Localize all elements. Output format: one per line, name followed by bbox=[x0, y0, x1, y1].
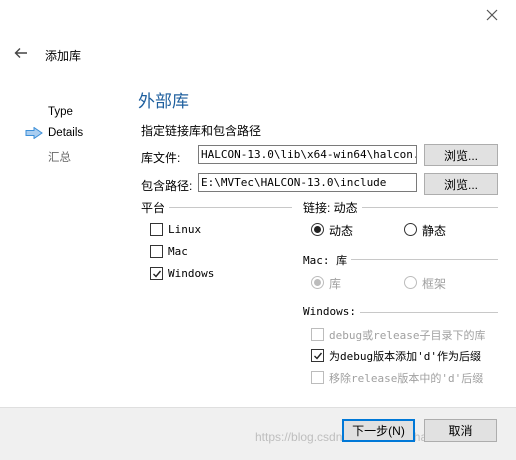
link-group-title: 链接: 动态 bbox=[303, 199, 362, 216]
linux-checkbox[interactable] bbox=[150, 223, 163, 236]
library-file-browse-button[interactable]: 浏览... bbox=[424, 144, 498, 166]
dynamic-link-label: 动态 bbox=[329, 224, 354, 238]
include-path-label: 包含路径: bbox=[141, 179, 193, 193]
mac-checkbox[interactable] bbox=[150, 245, 163, 258]
static-link-radio[interactable] bbox=[404, 223, 417, 236]
back-arrow-icon bbox=[14, 48, 27, 58]
windows-checkbox-label: Windows bbox=[168, 267, 215, 280]
close-button[interactable] bbox=[478, 4, 506, 26]
section-heading: 外部库 bbox=[138, 92, 189, 111]
remove-release-suffix-label: 移除release版本中的'd'后缀 bbox=[329, 372, 484, 385]
dialog-title: 添加库 bbox=[45, 49, 82, 63]
include-path-browse-button[interactable]: 浏览... bbox=[424, 173, 498, 195]
current-step-arrow-icon bbox=[25, 126, 43, 142]
mac-group-title: Mac: 库 bbox=[303, 252, 352, 268]
checkmark-icon bbox=[152, 270, 161, 278]
windows-group-title: Windows: bbox=[303, 305, 360, 318]
library-file-input[interactable]: HALCON-13.0\lib\x64-win64\halcon.lib bbox=[198, 145, 417, 164]
mac-checkbox-label: Mac bbox=[168, 245, 188, 258]
windows-checkbox[interactable] bbox=[150, 267, 163, 280]
linux-checkbox-label: Linux bbox=[168, 223, 202, 236]
checkmark-icon bbox=[313, 352, 322, 360]
subdir-libs-label: debug或release子目录下的库 bbox=[329, 329, 486, 342]
back-button[interactable] bbox=[8, 42, 34, 64]
add-library-dialog: 添加库 Type Details 汇总 外部库 指定链接库和包含路径 库文件: … bbox=[0, 0, 516, 460]
debug-suffix-checkbox[interactable] bbox=[311, 349, 324, 362]
nav-item-summary[interactable]: 汇总 bbox=[48, 149, 71, 165]
mac-framework-radio[interactable] bbox=[404, 276, 417, 289]
close-icon bbox=[486, 9, 498, 21]
subdir-libs-checkbox[interactable] bbox=[311, 328, 324, 341]
section-subheading: 指定链接库和包含路径 bbox=[141, 124, 262, 138]
include-path-input[interactable]: E:\MVTec\HALCON-13.0\include bbox=[198, 173, 417, 192]
nav-item-type[interactable]: Type bbox=[48, 106, 73, 118]
mac-library-label: 库 bbox=[329, 277, 342, 291]
platform-group-title: 平台 bbox=[141, 199, 170, 216]
debug-suffix-label: 为debug版本添加'd'作为后缀 bbox=[329, 350, 481, 363]
remove-release-suffix-checkbox[interactable] bbox=[311, 371, 324, 384]
dynamic-link-radio[interactable] bbox=[311, 223, 324, 236]
nav-item-details[interactable]: Details bbox=[48, 127, 83, 139]
next-button[interactable]: 下一步(N) bbox=[342, 419, 415, 442]
cancel-button[interactable]: 取消 bbox=[424, 419, 497, 442]
library-file-label: 库文件: bbox=[141, 151, 181, 165]
mac-framework-label: 框架 bbox=[422, 277, 447, 291]
mac-library-radio[interactable] bbox=[311, 276, 324, 289]
static-link-label: 静态 bbox=[422, 224, 447, 238]
